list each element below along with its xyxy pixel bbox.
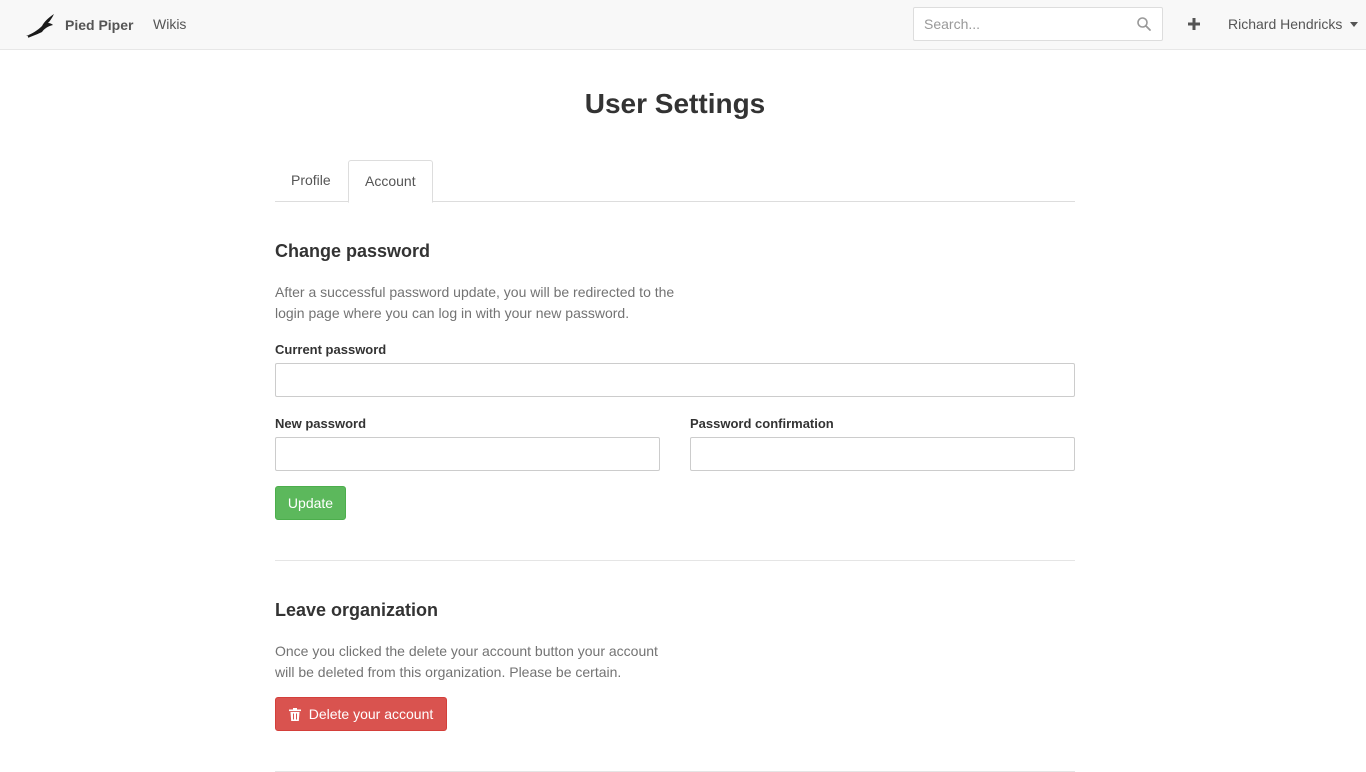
- brand-name: Pied Piper: [65, 17, 134, 33]
- current-password-field[interactable]: [275, 363, 1075, 397]
- delete-account-label: Delete your account: [308, 706, 434, 722]
- update-button[interactable]: Update: [275, 486, 346, 520]
- change-password-help-line1: After a successful password update, you …: [275, 284, 675, 300]
- leave-organization-help: Once you clicked the delete your account…: [275, 641, 658, 683]
- change-password-help-line2: login page where you can log in with you…: [275, 305, 630, 321]
- new-password-label: New password: [275, 416, 367, 431]
- search-icon[interactable]: [1136, 16, 1152, 32]
- nav-link-wikis[interactable]: Wikis: [153, 16, 186, 32]
- settings-tabs: Profile Account: [275, 160, 1075, 203]
- change-password-help: After a successful password update, you …: [275, 282, 674, 324]
- user-menu-toggle[interactable]: Richard Hendricks: [1228, 16, 1359, 32]
- current-password-label: Current password: [275, 342, 387, 357]
- password-confirmation-field[interactable]: [690, 437, 1075, 471]
- trash-icon: [288, 707, 301, 721]
- new-password-field[interactable]: [275, 437, 660, 471]
- page-title: User Settings: [584, 88, 766, 119]
- delete-account-button[interactable]: Delete your account: [275, 697, 447, 731]
- change-password-heading: Change password: [275, 241, 431, 261]
- caret-down-icon: [1350, 21, 1359, 27]
- brand-link[interactable]: Pied Piper: [24, 12, 133, 38]
- leave-organization-help-line2: will be deleted from this organization. …: [275, 664, 622, 680]
- plus-icon[interactable]: [1187, 17, 1201, 31]
- section-divider: [275, 560, 1075, 561]
- user-name: Richard Hendricks: [1228, 16, 1343, 32]
- search-input[interactable]: [914, 8, 1124, 40]
- leave-organization-heading: Leave organization: [275, 600, 439, 620]
- tab-account[interactable]: Account: [348, 160, 433, 203]
- bird-logo-icon: [26, 14, 54, 38]
- leave-organization-help-line1: Once you clicked the delete your account…: [275, 643, 658, 659]
- tab-profile[interactable]: Profile: [275, 160, 347, 202]
- top-navbar: Pied Piper Wikis Richard Hendricks: [0, 0, 1366, 50]
- search-box: [913, 7, 1163, 41]
- password-confirmation-label: Password confirmation: [690, 416, 834, 431]
